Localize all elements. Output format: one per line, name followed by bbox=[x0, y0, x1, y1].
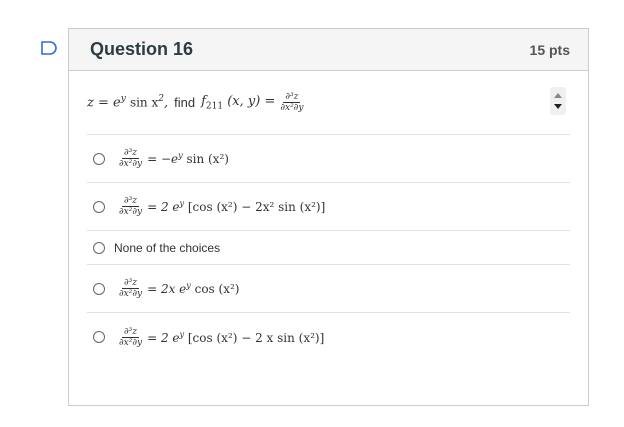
answer-expression: = 2x ey cos (x²) bbox=[147, 281, 240, 296]
chevron-down-icon[interactable] bbox=[554, 104, 562, 109]
answer-expression: = −ey sin (x²) bbox=[147, 151, 229, 166]
question-points: 15 pts bbox=[529, 41, 570, 58]
radio-button[interactable] bbox=[93, 331, 105, 343]
answer-fraction: ∂³z ∂x²∂y bbox=[119, 148, 143, 169]
scroll-stepper[interactable] bbox=[550, 87, 566, 115]
prompt-text: find bbox=[174, 95, 196, 110]
answer-text: None of the choices bbox=[114, 240, 221, 255]
chevron-up-icon[interactable] bbox=[554, 93, 562, 98]
radio-button[interactable] bbox=[93, 152, 105, 165]
prompt-fraction: ∂³z ∂x²∂y bbox=[280, 92, 304, 113]
answer-expression: = 2 ey [cos (x²) − 2x² sin (x²)] bbox=[147, 199, 326, 214]
answer-option-5[interactable]: ∂³z ∂x²∂y = 2 ey [cos (x²) − 2 x sin (x²… bbox=[87, 313, 570, 361]
answer-option-2[interactable]: ∂³z ∂x²∂y = 2 ey [cos (x²) − 2x² sin (x²… bbox=[87, 183, 570, 231]
answer-fraction: ∂³z ∂x²∂y bbox=[119, 278, 143, 299]
answer-expression: = 2 ey [cos (x²) − 2 x sin (x²)] bbox=[147, 329, 325, 345]
prompt-equation: z = ey sin x2, bbox=[87, 94, 169, 111]
question-header: Question 16 15 pts bbox=[69, 29, 588, 71]
answer-option-3[interactable]: None of the choices bbox=[87, 231, 570, 265]
radio-button[interactable] bbox=[93, 200, 105, 213]
answer-option-4[interactable]: ∂³z ∂x²∂y = 2x ey cos (x²) bbox=[87, 265, 570, 313]
answer-fraction: ∂³z ∂x²∂y bbox=[119, 326, 143, 348]
radio-button[interactable] bbox=[93, 241, 105, 254]
flag-question-icon[interactable] bbox=[40, 40, 58, 56]
radio-button[interactable] bbox=[93, 282, 105, 295]
answer-fraction: ∂³z ∂x²∂y bbox=[119, 196, 143, 217]
question-card: Question 16 15 pts z = ey sin x2, find f… bbox=[68, 28, 589, 406]
answer-option-1[interactable]: ∂³z ∂x²∂y = −ey sin (x²) bbox=[87, 135, 570, 183]
answer-list: ∂³z ∂x²∂y = −ey sin (x²) ∂³z ∂x²∂y = 2 e… bbox=[87, 135, 570, 361]
question-prompt: z = ey sin x2, find f211 (x, y) = ∂³z ∂x… bbox=[87, 71, 570, 135]
prompt-function: f211 (x, y) = bbox=[201, 93, 276, 112]
question-title: Question 16 bbox=[90, 39, 194, 59]
